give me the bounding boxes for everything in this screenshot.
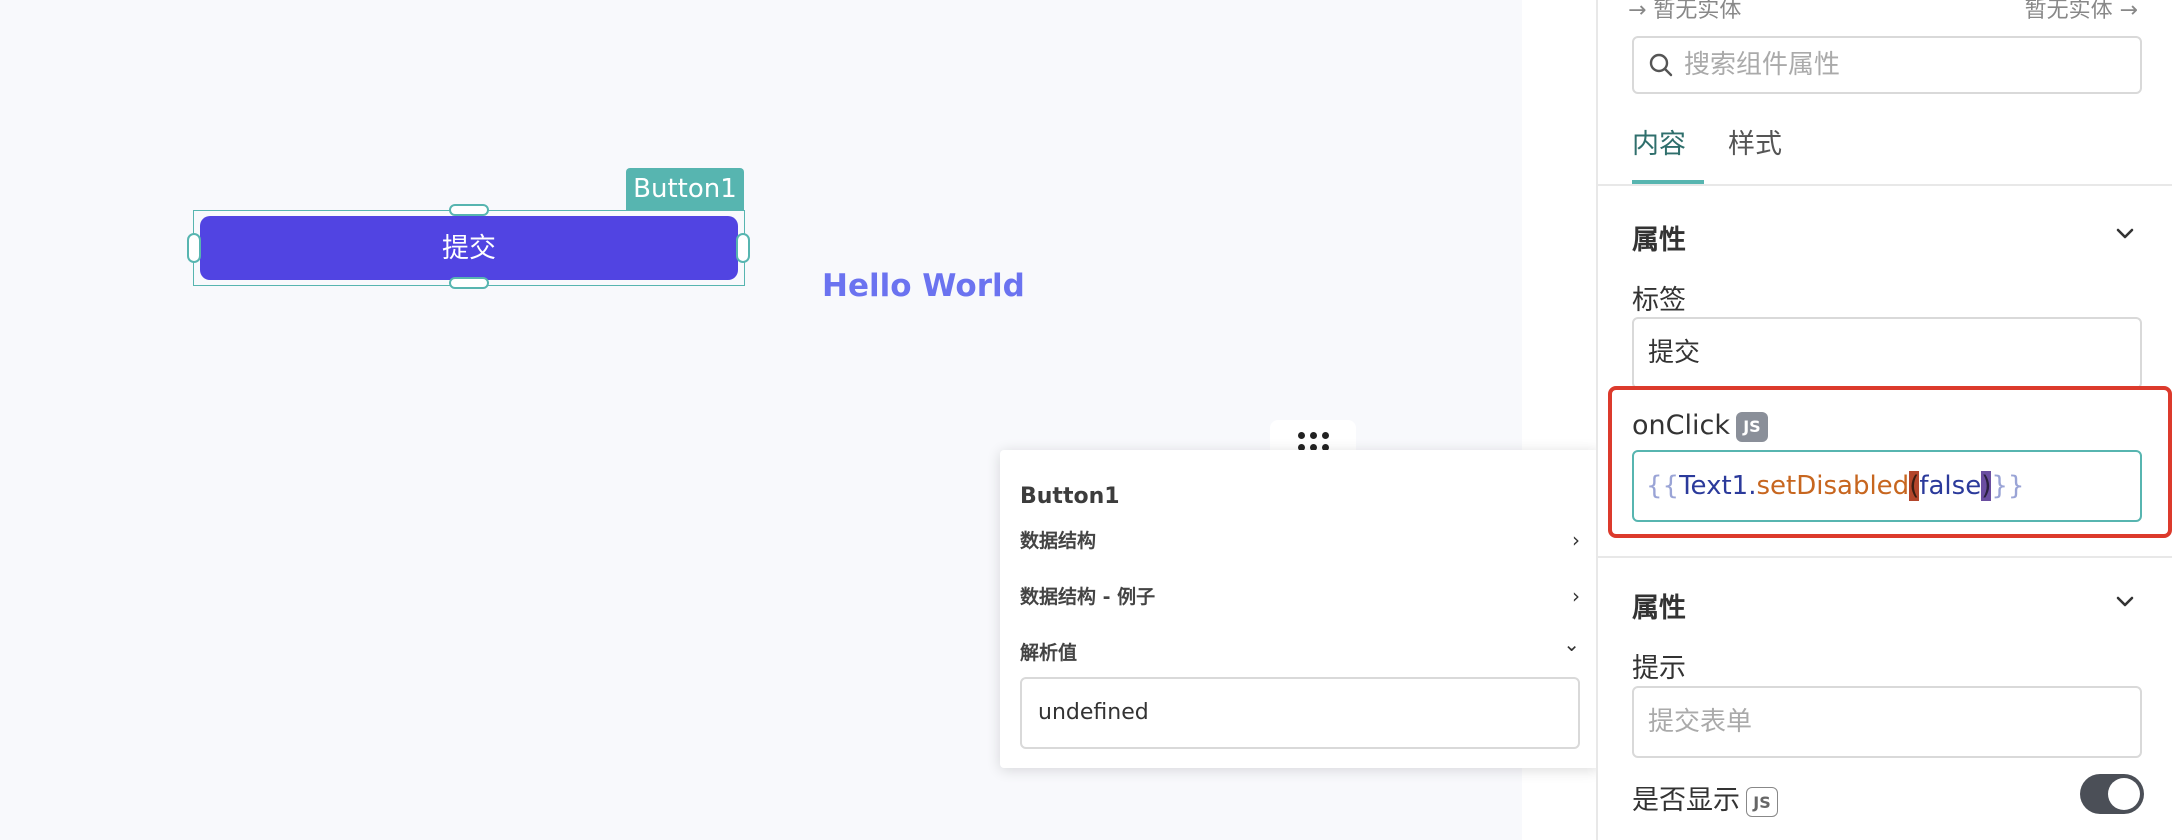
- resize-handle-left[interactable]: [187, 233, 201, 263]
- label-field-label: 标签: [1632, 285, 1686, 316]
- property-panel: → 暂无实体 暂无实体 → 内容 样式 属性 标签 提交 onClickJS {…: [1596, 0, 2172, 840]
- chevron-down-icon[interactable]: [2114, 222, 2136, 248]
- resize-handle-right[interactable]: [736, 233, 750, 263]
- popover-title: Button1: [1020, 484, 1120, 509]
- tab-style[interactable]: 样式: [1728, 122, 1782, 161]
- section-title-properties[interactable]: 属性: [1632, 218, 1686, 257]
- chevron-right-icon: ›: [1572, 584, 1580, 608]
- code-method: setDisabled: [1756, 471, 1910, 501]
- hint-field-label: 提示: [1632, 653, 1686, 684]
- popover-row-label: 解析值: [1020, 642, 1078, 664]
- code-argument: false: [1919, 471, 1982, 501]
- section-title-properties-2[interactable]: 属性: [1632, 586, 1686, 625]
- popover-row-parsed-value[interactable]: 解析值 ⌄: [1020, 632, 1580, 668]
- selected-component-tag[interactable]: Button1: [626, 168, 744, 210]
- popover-row-data-structure-example[interactable]: 数据结构 - 例子 ›: [1020, 582, 1580, 612]
- chevron-right-icon: ›: [1572, 528, 1580, 552]
- property-search[interactable]: [1632, 36, 2142, 94]
- entity-left[interactable]: → 暂无实体: [1628, 0, 1741, 24]
- code-object: Text1: [1679, 471, 1749, 501]
- visible-field-label: 是否显示 JS: [1632, 778, 1778, 817]
- js-badge[interactable]: JS: [1746, 786, 1778, 817]
- search-icon: [1648, 52, 1674, 82]
- chevron-down-icon[interactable]: [2114, 590, 2136, 616]
- popover-row-data-structure[interactable]: 数据结构 ›: [1020, 526, 1580, 556]
- popover-row-label: 数据结构 - 例子: [1020, 586, 1156, 608]
- code-dot: .: [1748, 471, 1757, 501]
- hello-world-text[interactable]: Hello World: [822, 268, 1025, 304]
- tab-content[interactable]: 内容: [1632, 122, 1686, 161]
- label-input[interactable]: 提交: [1632, 317, 2142, 389]
- toggle-knob: [2108, 778, 2140, 810]
- parsed-value-field[interactable]: undefined: [1020, 677, 1580, 749]
- section-divider: [1598, 556, 2172, 558]
- submit-button[interactable]: 提交: [200, 216, 738, 280]
- resize-handle-bottom[interactable]: [449, 277, 489, 289]
- entity-row: → 暂无实体 暂无实体 →: [1628, 0, 2138, 24]
- search-input[interactable]: [1684, 46, 2124, 84]
- onclick-label-text: onClick: [1632, 410, 1730, 441]
- visible-label-text: 是否显示: [1632, 785, 1740, 816]
- resize-handle-top[interactable]: [449, 204, 489, 216]
- code-paren-open: (: [1909, 471, 1920, 501]
- onclick-code-input[interactable]: {{Text1.setDisabled(false)}}: [1632, 450, 2142, 522]
- evaluated-value-popover: Button1 数据结构 › 数据结构 - 例子 › 解析值 ⌄ undefin…: [1000, 450, 1600, 768]
- tabs-divider: [1598, 184, 2172, 186]
- entity-right[interactable]: 暂无实体 →: [2025, 0, 2138, 24]
- chevron-down-icon: ⌄: [1563, 632, 1580, 656]
- code-open-brace: {{: [1646, 471, 1680, 501]
- onclick-field-label: onClick JS: [1632, 410, 1768, 442]
- drag-dots-icon: [1297, 431, 1329, 451]
- hint-input[interactable]: 提交表单: [1632, 686, 2142, 758]
- visible-toggle[interactable]: [2080, 774, 2144, 814]
- code-paren-close: ): [1981, 471, 1992, 501]
- popover-row-label: 数据结构: [1020, 530, 1097, 552]
- code-close-brace: }}: [1991, 471, 2025, 501]
- js-badge[interactable]: JS: [1735, 411, 1768, 442]
